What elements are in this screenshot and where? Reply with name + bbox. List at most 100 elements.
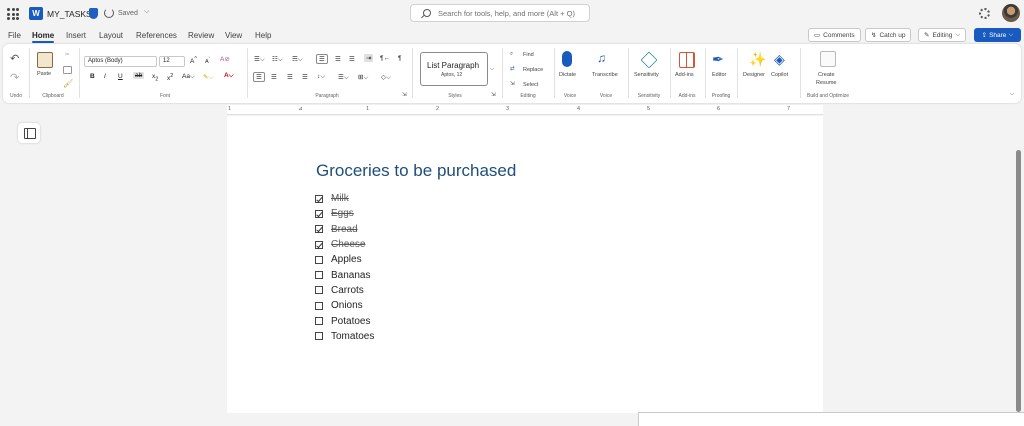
microphone-icon[interactable] [562,51,572,67]
bullets-icon[interactable]: ☰⌵ [254,55,265,64]
paragraph-spacing-icon[interactable]: ☰⌵ [338,73,349,82]
replace-icon[interactable]: ⇄ [510,66,515,72]
checklist-item-label[interactable]: Eggs [331,208,354,219]
font-color-icon[interactable]: A⌵ [224,72,234,80]
catch-up-button[interactable]: ↯ Catch up [865,28,912,42]
chevron-down-icon[interactable]: ⌵ [144,8,149,16]
document-heading[interactable]: Groceries to be purchased [316,161,516,181]
tab-home[interactable]: Home [32,31,54,40]
checklist-item-label[interactable]: Potatoes [331,316,370,327]
font-name-select[interactable]: Aptos (Body) [84,56,157,67]
sensitivity-label[interactable]: Sensitivity [634,72,659,78]
replace-label[interactable]: Replace [523,67,543,73]
strikethrough-icon[interactable]: ab [133,72,145,79]
unchecked-checkbox[interactable] [315,271,323,280]
justify-icon[interactable]: ☰ [302,73,308,81]
tab-help[interactable]: Help [255,31,271,40]
settings-gear-icon[interactable] [979,8,990,19]
avatar[interactable] [1002,4,1020,22]
subscript-icon[interactable]: x2 [152,73,158,82]
checked-checkbox[interactable] [315,209,323,218]
editor-label[interactable]: Editor [712,72,726,78]
rtl-icon[interactable]: ¶← [380,55,390,62]
grow-font-icon[interactable]: A^ [190,56,197,65]
editor-icon[interactable]: ✒ [712,51,724,68]
search-box[interactable]: Search for tools, help, and more (Alt + … [410,4,590,22]
line-spacing-top-icon[interactable]: ☰ [349,55,355,63]
tab-review[interactable]: Review [188,31,214,40]
align-right-icon[interactable]: ☰ [287,73,293,81]
checklist-item-label[interactable]: Tomatoes [331,331,374,342]
unchecked-checkbox[interactable] [315,255,323,264]
align-center-icon[interactable]: ☰ [271,73,277,81]
copilot-icon[interactable]: ◈ [774,51,785,68]
unchecked-checkbox[interactable] [315,301,323,310]
horizontal-ruler[interactable] [227,105,823,115]
decrease-indent-icon[interactable]: ☰ [316,54,328,64]
ribbon-collapse-icon[interactable]: ⌵ [1010,91,1014,98]
checklist-item-label[interactable]: Bananas [331,270,370,281]
italic-icon[interactable]: I [104,73,106,80]
checklist-item-label[interactable]: Cheese [331,239,365,250]
paragraph-launcher-icon[interactable]: ⇲ [402,92,407,98]
transcribe-icon[interactable]: ♫ [597,51,606,65]
change-case-icon[interactable]: Aa⌵ [182,73,195,81]
bold-icon[interactable]: B [90,73,95,80]
cut-icon[interactable]: ✂ [65,52,70,58]
tab-file[interactable]: File [8,31,21,40]
save-status[interactable]: Saved [118,10,138,17]
copilot-label[interactable]: Copilot [771,72,788,78]
sensitivity-shield-icon[interactable] [89,8,98,19]
checklist-item-label[interactable]: Apples [331,254,362,265]
show-formatting-icon[interactable]: ¶ [398,55,402,62]
create-resume-icon[interactable] [820,51,836,67]
designer-icon[interactable]: ✨ [749,51,766,68]
editing-mode-button[interactable]: ✎ Editing ⌵ [918,28,967,42]
tab-references[interactable]: References [136,31,177,40]
paste-label[interactable]: Paste [37,71,51,77]
redo-icon[interactable]: ↷ [10,71,19,84]
app-launcher-icon[interactable] [7,8,19,20]
designer-label[interactable]: Designer [743,72,765,78]
increase-indent-icon[interactable]: ☰ [335,55,341,63]
dictate-label[interactable]: Dictate [559,72,576,78]
tab-view[interactable]: View [225,31,242,40]
vertical-scrollbar[interactable] [1016,150,1021,412]
checklist-item-label[interactable]: Milk [331,193,349,204]
navigation-pane-icon[interactable] [18,123,40,143]
style-name[interactable]: List Paragraph [427,61,479,70]
unchecked-checkbox[interactable] [315,286,323,295]
unchecked-checkbox[interactable] [315,332,323,341]
multilevel-list-icon[interactable]: ☴⌵ [292,55,303,64]
checklist-item-label[interactable]: Bread [331,224,358,235]
borders-icon[interactable]: ⊞⌵ [358,73,368,82]
line-spacing-icon[interactable]: ↕⌵ [317,73,325,81]
checked-checkbox[interactable] [315,240,323,249]
checked-checkbox[interactable] [315,194,323,203]
checklist-item-label[interactable]: Carrots [331,285,364,296]
resume-label[interactable]: Resume [816,80,836,86]
superscript-icon[interactable]: x2 [167,73,173,82]
copy-icon[interactable] [63,66,72,74]
comments-button[interactable]: ▭ Comments [808,28,861,42]
numbering-icon[interactable]: ☷⌵ [272,55,283,64]
checklist-item-label[interactable]: Onions [331,300,363,311]
format-painter-icon[interactable]: 🖌 [63,79,73,88]
add-ins-icon[interactable] [679,52,695,68]
shrink-font-icon[interactable]: Aˇ [205,56,210,65]
paste-icon[interactable] [37,52,53,68]
find-icon[interactable]: ⌕ [510,51,513,58]
ltr-icon[interactable]: ⇥ [364,54,374,62]
transcribe-label[interactable]: Transcribe [592,72,618,78]
underline-icon[interactable]: U [118,73,123,80]
checked-checkbox[interactable] [315,225,323,234]
share-button[interactable]: ⇪ Share ⌵ [974,28,1021,42]
select-icon[interactable]: ⇲ [510,81,515,87]
add-ins-label[interactable]: Add-ins [675,72,694,78]
tab-insert[interactable]: Insert [66,31,86,40]
ruler-indent-marker[interactable]: ⊿ [298,106,303,112]
align-left-icon[interactable]: ☰ [253,72,265,82]
find-label[interactable]: Find [523,52,534,58]
unchecked-checkbox[interactable] [315,317,323,326]
tab-layout[interactable]: Layout [99,31,123,40]
